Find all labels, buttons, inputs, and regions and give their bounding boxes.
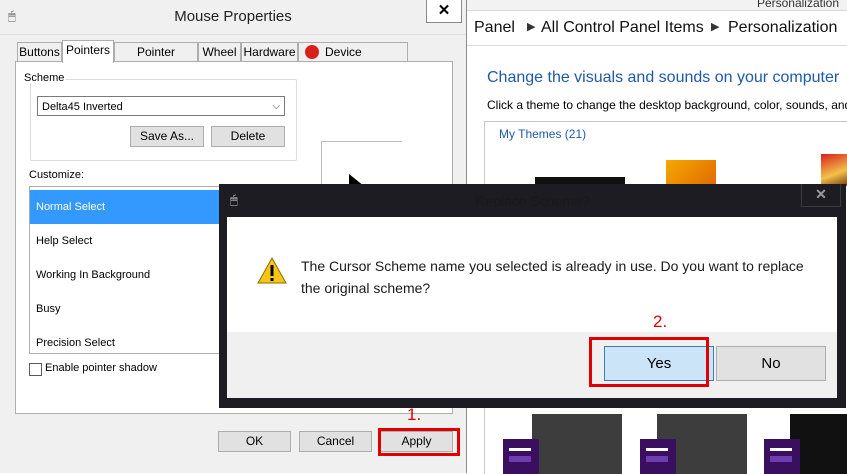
tab-hardware[interactable]: Hardware (241, 42, 298, 61)
mouse-properties-titlebar[interactable]: 🖱︎ Mouse Properties ✕ (0, 0, 466, 35)
list-item[interactable]: Normal Select (30, 190, 225, 224)
device-settings-icon (305, 45, 319, 59)
warning-icon (257, 257, 287, 284)
theme-thumbnail[interactable] (503, 439, 539, 474)
close-button[interactable]: ✕ (426, 0, 462, 23)
tab-wheel[interactable]: Wheel (198, 42, 241, 61)
scheme-group (30, 79, 297, 161)
scheme-selected-value: Delta45 Inverted (42, 101, 123, 113)
dialog-title: Replace Scheme? (475, 193, 590, 209)
dialog-title: Mouse Properties (174, 8, 292, 25)
step-2-annotation: 2. (653, 312, 668, 331)
cancel-button[interactable]: Cancel (299, 431, 372, 452)
close-icon: ✕ (815, 186, 827, 202)
save-as-button[interactable]: Save As... (130, 126, 204, 147)
scheme-label: Scheme (22, 72, 67, 84)
close-button[interactable]: ✕ (801, 184, 841, 207)
tab-pointer-options[interactable]: Pointer Options (114, 42, 198, 78)
list-item[interactable]: Busy (30, 292, 225, 326)
theme-thumbnail[interactable] (640, 439, 676, 474)
replace-scheme-dialog: 🖱︎ Replace Scheme? ✕ The Cursor Scheme n… (219, 184, 846, 408)
page-title: Change the visuals and sounds on your co… (487, 69, 840, 86)
message-area: The Cursor Scheme name you selected is a… (227, 217, 837, 332)
theme-thumbnail[interactable] (821, 154, 847, 186)
list-item[interactable]: Working In Background (30, 258, 225, 292)
personalization-title: Personalization (756, 0, 839, 10)
pointer-shadow-label[interactable]: Enable pointer shadow (45, 362, 157, 374)
yes-highlight-box (589, 337, 709, 387)
list-item[interactable]: Help Select (30, 224, 225, 258)
tab-pointers[interactable]: Pointers (62, 40, 114, 63)
theme-thumbnail[interactable] (764, 439, 800, 474)
close-icon: ✕ (437, 2, 451, 19)
no-button[interactable]: No (716, 346, 826, 381)
page-subtitle: Click a theme to change the desktop back… (487, 98, 847, 112)
chevron-right-icon[interactable]: ▶ (527, 20, 535, 33)
breadcrumb-personalization[interactable]: Personalization (728, 19, 837, 37)
customize-label: Customize: (29, 169, 85, 181)
scheme-dropdown[interactable]: Delta45 Inverted ⌵ (37, 96, 285, 116)
button-bar: Yes No (227, 332, 837, 398)
pointer-shadow-checkbox[interactable] (29, 363, 42, 376)
breadcrumb-control-panel[interactable]: Panel (474, 19, 515, 37)
delete-button[interactable]: Delete (211, 126, 285, 147)
ok-button[interactable]: OK (218, 431, 291, 452)
address-bar[interactable]: Panel ▶ All Control Panel Items ▶ Person… (466, 11, 847, 46)
replace-scheme-titlebar[interactable]: 🖱︎ Replace Scheme? ✕ (219, 184, 846, 218)
apply-highlight-box (378, 428, 460, 456)
dialog-message: The Cursor Scheme name you selected is a… (301, 258, 804, 296)
theme-thumbnail[interactable] (532, 414, 622, 474)
tab-buttons[interactable]: Buttons (17, 42, 62, 61)
list-item[interactable]: Precision Select (30, 326, 225, 353)
personalization-titlebar: Personalization (466, 0, 847, 11)
breadcrumb-all-items[interactable]: All Control Panel Items (541, 19, 704, 37)
tab-device-settings[interactable]: Device Settings (298, 42, 408, 78)
chevron-down-icon: ⌵ (272, 101, 280, 112)
chevron-right-icon[interactable]: ▶ (711, 20, 719, 33)
step-1-annotation: 1. (407, 405, 422, 424)
my-themes-label[interactable]: My Themes (21) (499, 127, 586, 141)
theme-thumbnail[interactable] (666, 160, 716, 186)
cursor-list[interactable]: Normal Select Help Select Working In Bac… (29, 186, 226, 354)
